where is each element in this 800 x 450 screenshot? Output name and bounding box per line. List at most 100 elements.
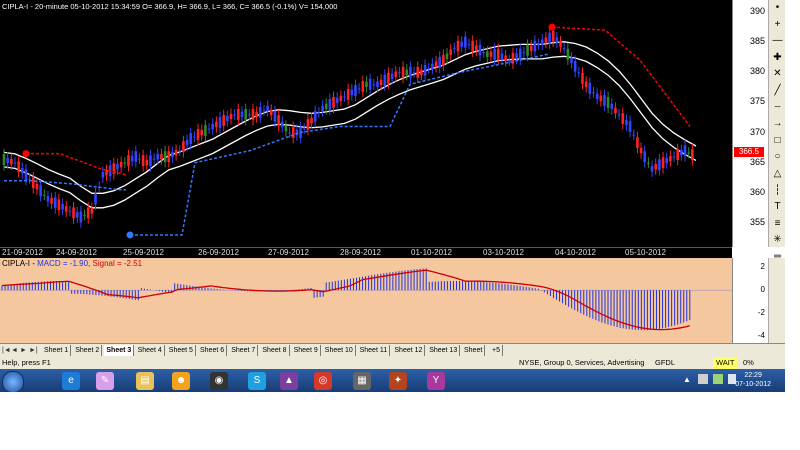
candle-body — [365, 81, 368, 88]
candle-body — [654, 163, 658, 170]
sheet-last-button[interactable]: ►| — [29, 344, 38, 357]
sheet-tab[interactable]: Sheet 9 — [292, 345, 321, 356]
price-axis: 355 360 365 370 375 380 385 390 — [732, 0, 769, 247]
candle-body — [595, 93, 599, 100]
price-tick-label: 380 — [749, 66, 765, 77]
candle-body — [167, 151, 171, 163]
candle-body — [584, 81, 588, 88]
tray-expand-icon[interactable]: ▲ — [683, 375, 691, 384]
price-chart-pane[interactable]: CIPLA-I - 20-minute 05-10-2012 15:34:59 … — [0, 0, 732, 247]
candle-body — [207, 128, 211, 130]
skype-icon[interactable]: S — [248, 372, 266, 390]
candle-body — [577, 72, 581, 74]
t-icon[interactable]: T — [769, 199, 785, 216]
media-icon[interactable]: ◉ — [210, 372, 228, 390]
sheet-tab[interactable]: Sheet 13 — [427, 345, 461, 356]
sheet-tab[interactable]: Sheet 7 — [229, 345, 259, 356]
amibroker-icon[interactable]: ▲ — [280, 372, 298, 390]
candle-body — [90, 208, 94, 214]
sheet-first-button[interactable]: |◄ — [2, 344, 11, 357]
candle-body — [566, 48, 570, 60]
sheet-tab[interactable]: Sheet — [462, 345, 486, 356]
start-button[interactable] — [2, 371, 24, 392]
candle-body — [643, 151, 647, 163]
candle-body — [332, 96, 335, 108]
candle-body — [280, 121, 284, 128]
price-tick-label: 385 — [749, 36, 765, 47]
candle-body — [251, 109, 255, 120]
candle-body — [189, 133, 193, 144]
sheet-tab[interactable]: Sheet 11 — [358, 345, 391, 356]
candle-body — [691, 149, 694, 161]
cross-icon[interactable]: ✚ — [769, 50, 785, 67]
candle-body — [182, 141, 185, 153]
price-chart[interactable]: CIPLA-I - 20-minute 05-10-2012 15:34:59 … — [0, 0, 732, 247]
sheet-tab[interactable]: Sheet 4 — [136, 345, 165, 356]
x-icon[interactable]: ✕ — [769, 66, 785, 83]
calculator-icon[interactable]: ▦ — [353, 372, 371, 390]
ie-icon[interactable]: e — [62, 372, 80, 390]
candle-body — [204, 125, 207, 136]
sheet-tab[interactable]: Sheet 10 — [323, 345, 356, 356]
candle-body — [94, 193, 97, 205]
status-symbol: GFDL — [655, 358, 676, 367]
candle-body — [284, 125, 288, 132]
sheet-tab[interactable]: Sheet 12 — [392, 345, 426, 356]
sheet-tab[interactable]: Sheet 5 — [167, 345, 196, 356]
ellipse-icon[interactable]: ○ — [769, 149, 785, 166]
square-icon[interactable]: □ — [769, 133, 785, 150]
candle-body — [672, 156, 676, 158]
candle-body — [518, 48, 522, 60]
chrome-icon[interactable]: ◎ — [314, 372, 332, 390]
triangle-icon[interactable]: △ — [769, 166, 785, 183]
candle-body — [211, 123, 214, 130]
candle-body — [193, 136, 196, 138]
candle-body — [482, 52, 485, 54]
minus-icon[interactable]: — — [769, 33, 785, 50]
candle-body — [105, 169, 108, 176]
yahoo-icon[interactable]: Y — [427, 372, 445, 390]
candle-body — [442, 54, 445, 66]
fibonacci-icon[interactable]: ≡ — [769, 216, 785, 233]
candle-body — [438, 56, 442, 68]
candle-body — [321, 105, 324, 112]
sheet-prev-button[interactable]: ◄ — [11, 344, 18, 357]
sheet-tab[interactable]: Sheet 8 — [260, 345, 290, 356]
game-icon[interactable]: ✦ — [389, 372, 407, 390]
sheet-next-button[interactable]: ► — [20, 344, 27, 357]
candle-body — [141, 155, 145, 167]
candle-body — [68, 210, 72, 212]
candle-body — [372, 84, 376, 86]
network-icon[interactable] — [713, 374, 723, 384]
slash-icon[interactable]: ╱ — [769, 83, 785, 100]
plus-icon[interactable]: + — [769, 17, 785, 34]
messenger-icon[interactable]: ☻ — [172, 372, 190, 390]
candle-body — [226, 115, 229, 122]
gann-icon[interactable]: ✳ — [769, 232, 785, 249]
sheet-tab[interactable]: Sheet 6 — [198, 345, 228, 356]
macd-chart[interactable] — [0, 258, 732, 343]
dot-icon[interactable]: • — [769, 0, 785, 17]
candle-body — [647, 162, 650, 164]
candle-body — [551, 30, 555, 42]
macd-chart-pane[interactable]: CIPLA-I - MACD = -1.90, Signal = -2.51 — [0, 258, 732, 343]
candle-body — [427, 68, 431, 70]
line-icon[interactable]: ┆ — [769, 183, 785, 200]
clock[interactable]: 22:29 07-10-2012 — [735, 371, 771, 389]
date-tick-label: 24-09-2012 — [56, 248, 97, 257]
paint-icon[interactable]: ✎ — [96, 372, 114, 390]
candle-body — [390, 73, 394, 80]
folder-icon[interactable]: ▤ — [136, 372, 154, 390]
candle-body — [398, 72, 401, 74]
sheet-tab[interactable]: Sheet 2 — [73, 345, 103, 356]
action-center-icon[interactable] — [698, 374, 708, 384]
sheet-tab[interactable]: Sheet 3 — [104, 345, 135, 356]
dash-icon[interactable]: ┈ — [769, 100, 785, 117]
arrow-icon[interactable]: → — [769, 116, 785, 133]
candle-body — [64, 206, 68, 212]
candle-body — [354, 84, 357, 96]
candle-body — [130, 155, 134, 162]
sheet-tab[interactable]: Sheet 1 — [42, 345, 72, 356]
price-tick-label: 370 — [749, 126, 765, 137]
sheet-more-button[interactable]: +5 — [490, 345, 503, 356]
